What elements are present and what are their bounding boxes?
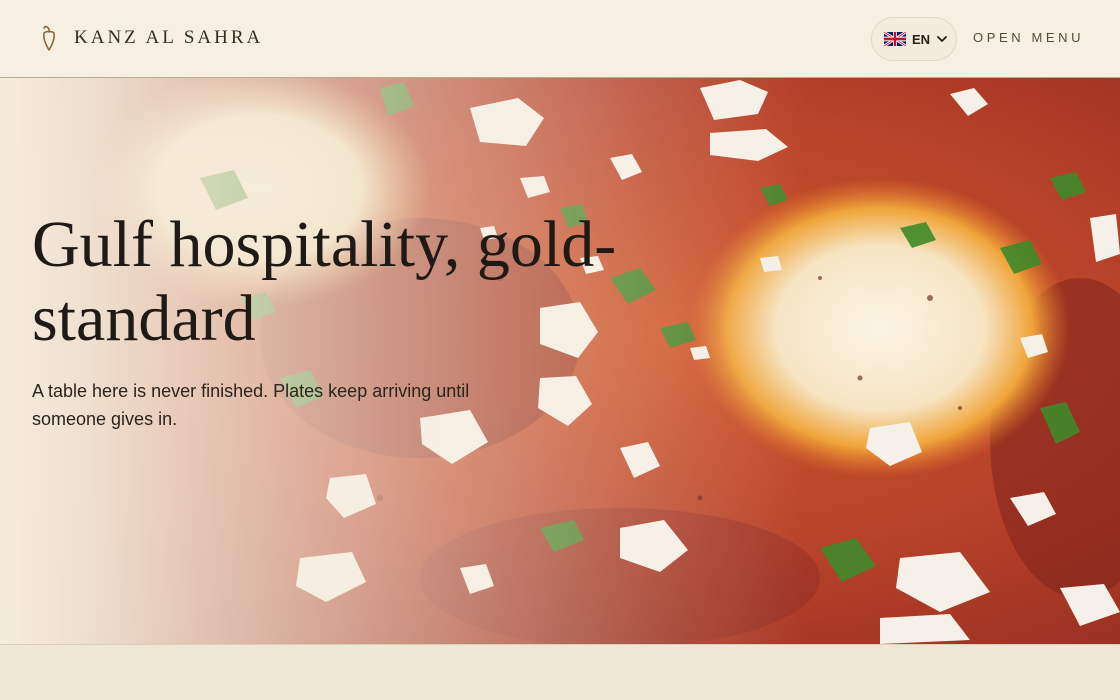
- pepper-icon: [43, 25, 55, 51]
- hero-section: Gulf hospitality, gold-standard A table …: [0, 78, 1120, 644]
- language-selector[interactable]: EN: [871, 17, 957, 61]
- hero-title: Gulf hospitality, gold-standard: [32, 208, 617, 355]
- hero-subtitle: A table here is never finished. Plates k…: [32, 381, 470, 429]
- site-header: KANZ AL SAHRA EN OPEN MENU: [0, 0, 1120, 78]
- hero-fade-overlay: [0, 78, 1120, 644]
- content-section-start: [0, 644, 1120, 700]
- brand-logo[interactable]: KANZ AL SAHRA: [38, 24, 263, 52]
- brand-name: KANZ AL SAHRA: [74, 27, 264, 48]
- open-menu-button[interactable]: OPEN MENU: [973, 30, 1084, 45]
- language-code: EN: [912, 31, 931, 47]
- chevron-down-icon: [937, 36, 947, 42]
- uk-flag-icon: [884, 32, 906, 46]
